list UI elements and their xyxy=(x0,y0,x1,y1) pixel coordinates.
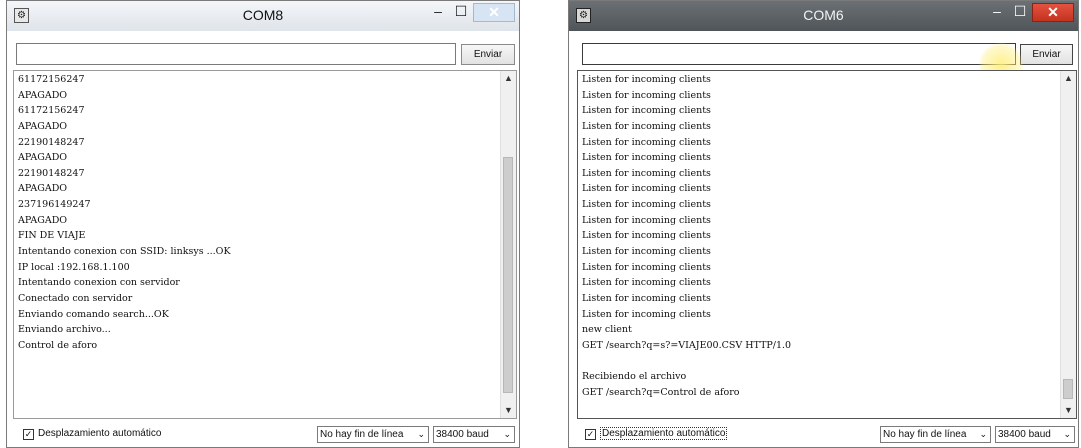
console-line: new client xyxy=(582,324,632,336)
scrollbar-thumb[interactable] xyxy=(1063,379,1073,399)
console-line: APAGADO xyxy=(18,152,68,164)
send-input[interactable] xyxy=(16,43,456,65)
baud-rate-select[interactable]: 38400 baud ⌄ xyxy=(433,426,515,443)
scroll-up-arrow-icon[interactable]: ▲ xyxy=(1061,71,1076,86)
autoscroll-checkbox[interactable]: ✓ xyxy=(23,429,34,440)
console-line: Listen for incoming clients xyxy=(582,120,711,132)
console-line: FIN DE VIAJE xyxy=(18,230,86,242)
console-line: Enviando comando search...OK xyxy=(18,308,169,320)
console-line: Listen for incoming clients xyxy=(582,167,711,179)
console-line: Listen for incoming clients xyxy=(582,136,711,148)
scroll-up-arrow-icon[interactable]: ▲ xyxy=(501,71,516,86)
console-line: Intentando conexion con SSID: linksys ..… xyxy=(18,246,231,258)
console-lines: 61172156247 APAGADO 61172156247 APAGADO … xyxy=(18,72,231,354)
title-bar[interactable]: ⚙ COM6 – ☐ ✕ xyxy=(569,1,1078,31)
console-line: IP local :192.168.1.100 xyxy=(18,261,130,273)
console-line: APAGADO xyxy=(18,214,68,226)
console-line: 22190148247 xyxy=(18,136,85,148)
console-line: Listen for incoming clients xyxy=(582,199,711,211)
console-line: Listen for incoming clients xyxy=(582,214,711,226)
title-bar[interactable]: ⚙ COM8 – ☐ ✕ xyxy=(7,1,519,31)
line-ending-select[interactable]: No hay fin de línea ⌄ xyxy=(880,426,991,443)
console-line: Listen for incoming clients xyxy=(582,89,711,101)
console-line: 237196149247 xyxy=(18,199,91,211)
send-input[interactable] xyxy=(582,43,1016,65)
chevron-down-icon: ⌄ xyxy=(1063,429,1071,439)
autoscroll-label[interactable]: Desplazamiento automático xyxy=(38,428,161,439)
maximize-icon[interactable]: ☐ xyxy=(1009,3,1031,22)
serial-output-console[interactable]: Listen for incoming clients Listen for i… xyxy=(577,70,1077,419)
close-icon[interactable]: ✕ xyxy=(473,3,515,22)
line-ending-value: No hay fin de línea xyxy=(883,429,967,440)
serial-monitor-window-com6: ⚙ COM6 – ☐ ✕ Enviar ➚ Listen for incomin… xyxy=(568,0,1079,448)
console-line: Intentando conexion con servidor xyxy=(18,277,180,289)
baud-rate-value: 38400 baud xyxy=(436,429,489,440)
console-line: 61172156247 xyxy=(18,74,85,85)
vertical-scrollbar[interactable]: ▲ ▼ xyxy=(500,71,516,418)
console-line: Recibiendo el archivo xyxy=(582,371,687,383)
console-line: Conectado con servidor xyxy=(18,292,133,304)
console-line: Listen for incoming clients xyxy=(582,246,711,258)
console-line: GET /search?q=Control de aforo xyxy=(582,386,740,398)
console-line: Listen for incoming clients xyxy=(582,183,711,195)
autoscroll-checkbox[interactable]: ✓ xyxy=(585,429,596,440)
console-line: APAGADO xyxy=(18,89,68,101)
console-line: Listen for incoming clients xyxy=(582,152,711,164)
vertical-scrollbar[interactable]: ▲ ▼ xyxy=(1060,71,1076,418)
maximize-icon[interactable]: ☐ xyxy=(450,3,472,22)
autoscroll-label[interactable]: Desplazamiento automático xyxy=(600,427,728,440)
send-button[interactable]: Enviar xyxy=(461,44,515,65)
checkmark-icon: ✓ xyxy=(24,429,33,439)
chevron-down-icon: ⌄ xyxy=(417,429,425,439)
baud-rate-select[interactable]: 38400 baud ⌄ xyxy=(995,426,1075,443)
serial-output-console[interactable]: 61172156247 APAGADO 61172156247 APAGADO … xyxy=(13,70,517,419)
console-line: 61172156247 xyxy=(18,105,85,117)
console-line: 22190148247 xyxy=(18,167,85,179)
checkmark-icon: ✓ xyxy=(586,429,595,439)
console-line: Listen for incoming clients xyxy=(582,74,711,85)
close-icon[interactable]: ✕ xyxy=(1032,3,1074,22)
line-ending-value: No hay fin de línea xyxy=(320,429,404,440)
chevron-down-icon: ⌄ xyxy=(503,429,511,439)
console-line: Control de aforo xyxy=(18,339,98,351)
console-line: Listen for incoming clients xyxy=(582,230,711,242)
console-line: GET /search?q=s?=VIAJE00.CSV HTTP/1.0 xyxy=(582,339,792,351)
scroll-down-arrow-icon[interactable]: ▼ xyxy=(1061,403,1076,418)
console-line: Listen for incoming clients xyxy=(582,105,711,117)
scroll-down-arrow-icon[interactable]: ▼ xyxy=(501,403,516,418)
console-line: Listen for incoming clients xyxy=(582,261,711,273)
bottom-bar: ✓ Desplazamiento automático No hay fin d… xyxy=(569,423,1078,445)
bottom-bar: ✓ Desplazamiento automático No hay fin d… xyxy=(7,423,519,445)
console-lines: Listen for incoming clients Listen for i… xyxy=(582,72,791,400)
console-line: Listen for incoming clients xyxy=(582,308,711,320)
line-ending-select[interactable]: No hay fin de línea ⌄ xyxy=(317,426,429,443)
console-line: Listen for incoming clients xyxy=(582,292,711,304)
console-line: APAGADO xyxy=(18,183,68,195)
console-line: Listen for incoming clients xyxy=(582,277,711,289)
chevron-down-icon: ⌄ xyxy=(979,429,987,439)
console-line: APAGADO xyxy=(18,120,68,132)
minimize-icon[interactable]: – xyxy=(986,3,1008,22)
scrollbar-thumb[interactable] xyxy=(503,157,513,393)
send-button[interactable]: Enviar xyxy=(1020,44,1073,65)
minimize-icon[interactable]: – xyxy=(427,3,449,22)
baud-rate-value: 38400 baud xyxy=(998,429,1051,440)
serial-monitor-window-com8: ⚙ COM8 – ☐ ✕ Enviar 61172156247 APAGADO … xyxy=(6,0,520,448)
console-line: Enviando archivo... xyxy=(18,324,111,336)
